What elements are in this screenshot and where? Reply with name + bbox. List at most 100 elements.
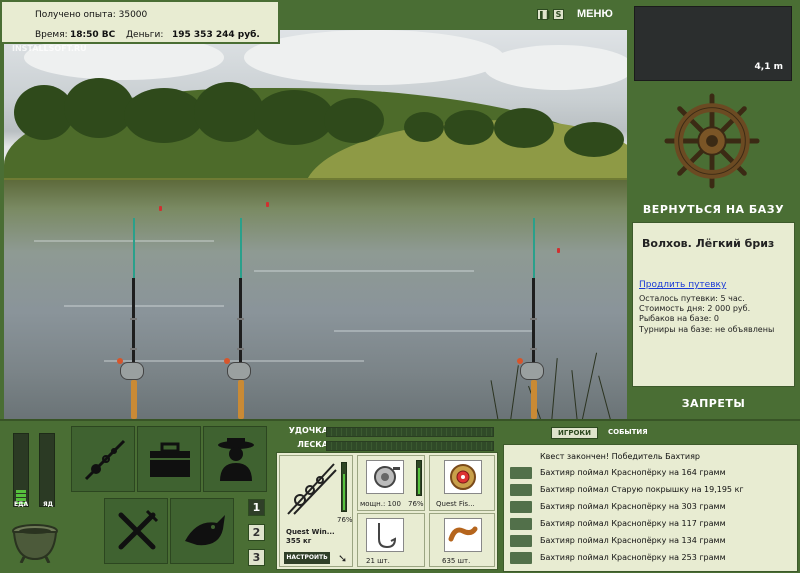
setup-button[interactable]: НАСТРОИТЬ [284,552,330,564]
reel-percent: 76% [408,500,424,508]
rod-item-icon [287,463,337,515]
rod-slot[interactable]: 76% Quest Win... 355 кг НАСТРОИТЬ ➘ [279,455,353,567]
fisherman-icon [218,438,254,481]
fishing-scene[interactable] [4,30,627,419]
cloud [244,30,504,85]
tab-events[interactable]: СОБЫТИЯ [602,427,654,439]
rod-name: Quest Win... [286,528,335,536]
fish-icon [510,467,532,479]
hook-slot[interactable]: 21 шт. [357,513,425,567]
line-strength-bar [326,441,494,451]
top-toolbar: ❚❚ S МЕНЮ [537,8,613,20]
hook-item-icon [366,518,404,552]
player-info-panel: Получено опыта: 35000 Время: 18:50 ВС Де… [0,0,280,44]
time-value: 18:50 ВС [70,30,116,40]
rod-strength-bar [326,427,494,437]
tree [194,82,264,142]
fish-icon [510,518,532,530]
experience-value: 35000 [118,10,148,20]
fish-icon [510,535,532,547]
rod-1[interactable] [116,218,156,419]
bait-count: 635 шт. [442,557,471,565]
anglers-on-base: Рыбаков на базе: 0 [639,314,719,323]
fisherman-tile[interactable] [203,426,267,492]
rod-3[interactable] [516,218,556,419]
rod-slot-1-button[interactable]: 1 [248,499,265,516]
events-list: Квест закончен! Победитель Бахтияр Бахти… [503,444,798,572]
tackle-box-icon [150,442,190,477]
fish-tile[interactable] [170,498,234,564]
bobber-3 [557,248,560,253]
fish-icon [510,552,532,564]
poison-meter [39,433,55,507]
sound-icon[interactable]: S [553,8,564,20]
rod-weight: 355 кг [286,537,312,545]
line-spool-icon [444,460,482,494]
rod-percent: 76% [337,516,353,524]
reel-item-icon [366,460,404,494]
pause-icon[interactable]: ❚❚ [537,8,551,20]
food-label: ЕДА [14,501,29,508]
experience-label: Получено опыта: 35000 [35,10,148,20]
bobber-2 [266,202,269,207]
events-tabs: ИГРОКИ СОБЫТИЯ [551,427,654,439]
reel [520,362,544,380]
poison-label: ЯД [43,501,53,508]
event-row: Бахтияр поймал Краснопёрку на 164 грамм [510,465,795,481]
time-label: Время: [35,30,68,40]
cook-icon [118,509,159,550]
bait-item-icon [444,518,482,552]
rod-strength-row: УДОЧКА [280,425,498,439]
money-value: 195 353 244 руб. [172,30,260,40]
cloud [484,45,627,90]
rod-strength-label: УДОЧКА [288,426,328,435]
tree [124,88,204,143]
bait-slot[interactable]: 635 шт. [429,513,495,567]
tackle-inventory: 76% Quest Win... 355 кг НАСТРОИТЬ ➘ мощн… [276,452,498,570]
event-row: Бахтияр поймал Краснопёрку на 303 грамм [510,499,795,515]
tree [324,98,384,143]
event-row: Бахтияр поймал Старую покрышку на 19,195… [510,482,795,498]
reel [227,362,251,380]
reel [120,362,144,380]
watermark-logo: INSTALLSOFT.RU [12,44,87,53]
event-row: Бахтияр поймал Краснопёрку на 253 грамм [510,550,795,566]
rod-2[interactable] [223,218,263,419]
tab-players[interactable]: ИГРОКИ [551,427,598,439]
rod-slot-2-button[interactable]: 2 [248,524,265,541]
depth-value: 4,1 m [754,62,783,72]
bobber-1 [159,206,162,211]
right-panel: 4,1 m ВЕРНУТЬСЯ НА БАЗУ Волхов. Лёгкий б… [627,0,800,419]
ripple [334,330,534,332]
event-row: Бахтияр поймал Краснопёрку на 117 грамм [510,516,795,532]
reel-slot[interactable]: мощн.: 100 76% [357,455,425,511]
rods-tile[interactable] [71,426,135,492]
bans-button[interactable]: ЗАПРЕТЫ [627,397,800,410]
tree [494,108,554,148]
quest-message: Квест закончен! Победитель Бахтияр [540,452,700,461]
ripple [254,270,474,272]
location-panel: Волхов. Лёгкий бриз Продлить путевку Ост… [632,222,795,387]
permit-remaining: Осталось путевки: 5 час. [639,294,745,303]
return-to-base-button[interactable]: ВЕРНУТЬСЯ НА БАЗУ [627,203,800,216]
cauldron-icon[interactable] [10,519,60,563]
tree [64,78,134,138]
cook-tile[interactable] [104,498,168,564]
arrow-icon: ➘ [338,552,348,565]
tree [564,122,624,157]
rod-slot-3-button[interactable]: 3 [248,549,265,566]
tackle-box-tile[interactable] [137,426,201,492]
reel-condition-bar [416,460,422,496]
extend-permit-link[interactable]: Продлить путевку [639,280,726,290]
menu-button[interactable]: МЕНЮ [577,8,613,20]
reel-power: мощн.: 100 [360,500,401,508]
fish-icon [510,501,532,513]
fish-icon [510,484,532,496]
line-slot[interactable]: Quest Fis... [429,455,495,511]
line-name: Quest Fis... [436,500,475,508]
ship-wheel-icon[interactable] [663,92,761,190]
tree [444,110,494,145]
tournaments-status: Турниры на базе: не объявлены [639,325,775,334]
events-panel: ИГРОКИ СОБЫТИЯ Квест закончен! Победител… [501,422,800,573]
depth-sounder: 4,1 m [634,6,792,81]
